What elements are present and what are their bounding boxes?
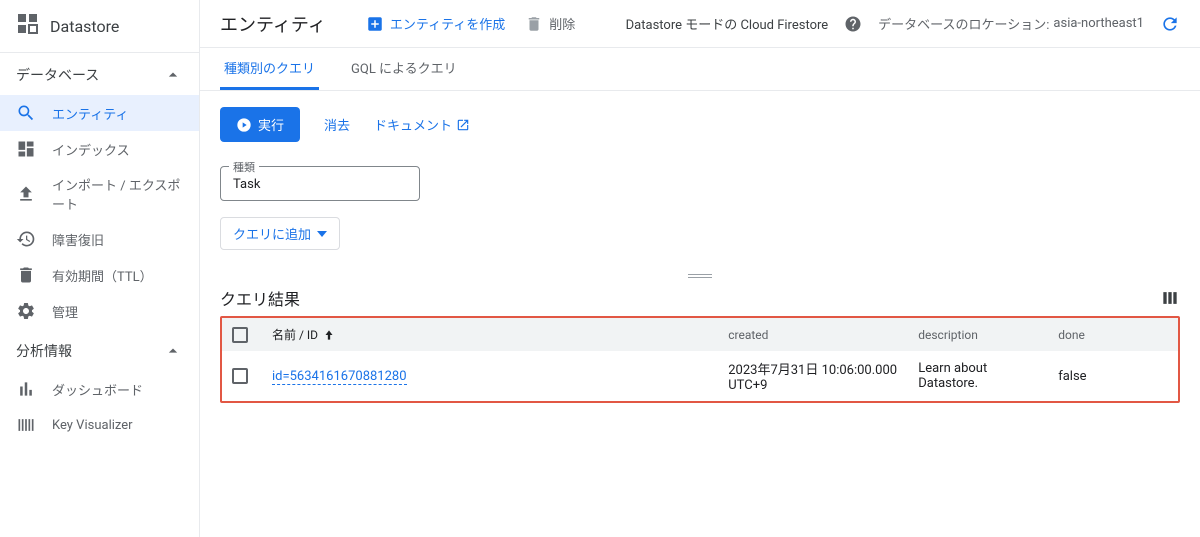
kind-field-label: 種類 [229,159,259,175]
refresh-button[interactable] [1160,14,1180,34]
nav-section-label: 分析情報 [16,341,72,361]
table-row[interactable]: id=5634161670881280 2023年7月31日 10:06:00.… [222,351,1178,401]
add-to-query-button[interactable]: クエリに追加 [220,217,340,250]
cell-done: false [1048,351,1178,401]
plus-box-icon [366,15,384,33]
sidebar-item-ttl[interactable]: 有効期間（TTL） [0,257,199,293]
chevron-up-icon [163,341,183,361]
resize-handle[interactable] [200,266,1200,286]
db-location: データベースのロケーション: asia-northeast1 [878,14,1144,33]
tab-kind-query[interactable]: 種類別のクエリ [220,48,319,90]
dropdown-arrow-icon [317,229,327,239]
nav-section-label: データベース [16,65,99,85]
delete-label: 削除 [549,14,575,33]
visualizer-icon [16,415,36,435]
documents-link[interactable]: ドキュメント [374,115,470,134]
column-created[interactable]: created [718,318,908,351]
cell-created: 2023年7月31日 10:06:00.000 UTC+9 [718,351,908,401]
delete-button[interactable]: 削除 [525,14,575,33]
sidebar-item-label: 管理 [52,302,183,321]
documents-label: ドキュメント [374,115,452,134]
sidebar-item-dashboard[interactable]: ダッシュボード [0,371,199,407]
index-icon [16,139,36,159]
column-done[interactable]: done [1048,318,1178,351]
nav-section-analytics[interactable]: 分析情報 [0,329,199,371]
help-icon[interactable] [844,15,862,33]
external-link-icon [456,118,470,132]
upload-icon [16,184,36,204]
db-location-value: asia-northeast1 [1053,16,1144,31]
product-header[interactable]: Datastore [0,0,199,53]
sidebar-item-label: インデックス [52,140,183,159]
bar-chart-icon [16,379,36,399]
chevron-up-icon [163,65,183,85]
sidebar-item-label: 障害復旧 [52,230,183,249]
add-to-query-label: クエリに追加 [233,224,311,243]
entity-id-link[interactable]: id=5634161670881280 [272,369,407,385]
db-location-label: データベースのロケーション: [878,14,1049,33]
kind-input[interactable] [233,177,407,192]
play-icon [236,117,252,133]
create-entity-button[interactable]: エンティティを作成 [366,14,505,33]
nav-section-database[interactable]: データベース [0,53,199,95]
sidebar-item-key-visualizer[interactable]: Key Visualizer [0,407,199,443]
column-name-id[interactable]: 名前 / ID [272,326,318,343]
results-table: 名前 / ID created description done id=5634… [220,316,1180,403]
search-icon [16,103,36,123]
datastore-logo-icon [16,12,40,40]
tab-gql-query[interactable]: GQL によるクエリ [347,48,461,90]
column-description[interactable]: description [908,318,1048,351]
columns-icon[interactable] [1160,288,1180,308]
run-button[interactable]: 実行 [220,107,300,142]
cell-description: Learn about Datastore. [908,351,1048,401]
sidebar-item-label: Key Visualizer [52,418,183,433]
clear-button[interactable]: 消去 [324,115,350,134]
sidebar-item-label: 有効期間（TTL） [52,266,183,285]
sort-asc-icon [322,328,336,342]
select-all-checkbox[interactable] [232,327,248,343]
table-header-row: 名前 / ID created description done [222,318,1178,351]
sidebar-item-label: ダッシュボード [52,380,183,399]
create-entity-label: エンティティを作成 [390,14,505,33]
results-title: クエリ結果 [220,286,300,310]
delete-icon [16,265,36,285]
sidebar-item-label: エンティティ [52,104,183,123]
gear-icon [16,301,36,321]
sidebar-item-entities[interactable]: エンティティ [0,95,199,131]
sidebar-item-label: インポート / エクスポート [52,175,183,213]
product-name: Datastore [50,17,119,36]
sidebar-item-disaster-recovery[interactable]: 障害復旧 [0,221,199,257]
kind-field[interactable]: 種類 [220,166,420,201]
mode-text: Datastore モードの Cloud Firestore [626,14,829,33]
run-label: 実行 [258,115,284,134]
page-title: エンティティ [220,11,326,37]
sidebar-item-indexes[interactable]: インデックス [0,131,199,167]
sidebar-item-admin[interactable]: 管理 [0,293,199,329]
trash-icon [525,15,543,33]
history-icon [16,229,36,249]
row-checkbox[interactable] [232,368,248,384]
sidebar-item-import-export[interactable]: インポート / エクスポート [0,167,199,221]
